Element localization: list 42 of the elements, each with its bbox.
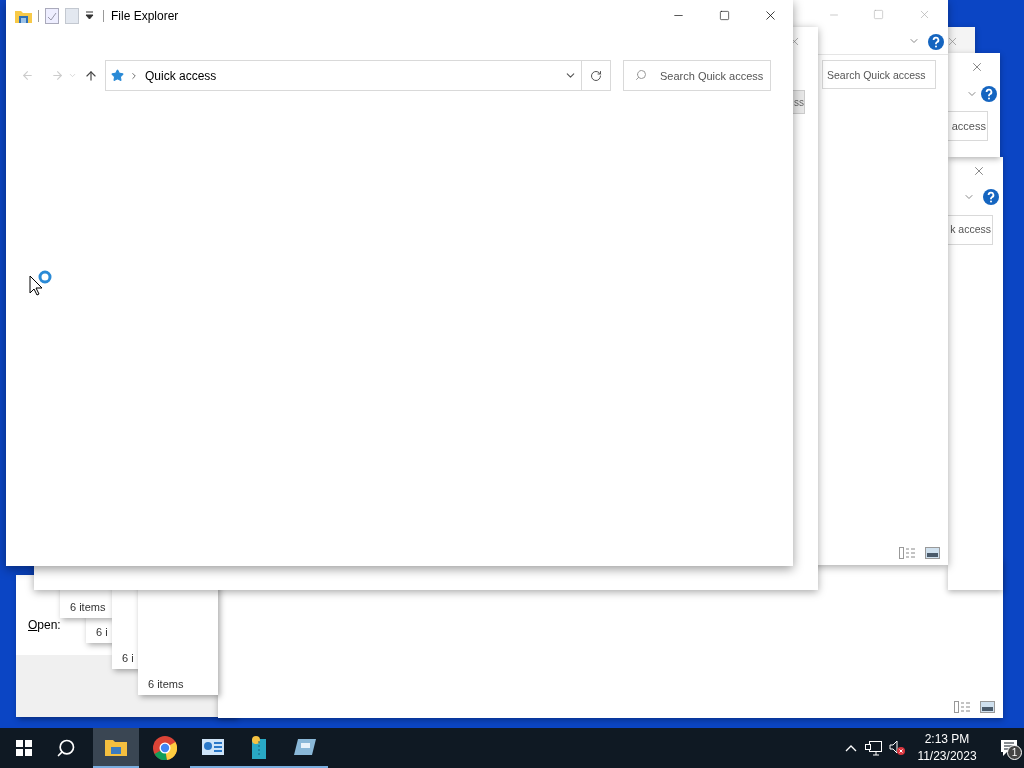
action-center-button[interactable]: 1 — [994, 728, 1024, 768]
help-icon[interactable] — [981, 86, 997, 102]
address-bar[interactable]: Quick access — [105, 60, 611, 91]
windows-start-icon[interactable] — [16, 740, 32, 756]
chrome-icon[interactable] — [153, 736, 177, 760]
folder-icon[interactable] — [105, 738, 127, 756]
search-icon[interactable] — [56, 738, 76, 758]
help-icon[interactable] — [983, 189, 999, 205]
customize-toolbar-icon[interactable] — [85, 11, 94, 20]
refresh-icon[interactable] — [590, 69, 602, 82]
up-icon[interactable] — [84, 68, 98, 83]
maximize-icon[interactable] — [718, 10, 730, 21]
chevron-up-icon[interactable] — [845, 744, 857, 752]
preview-view-icon[interactable] — [925, 547, 940, 559]
control-panel-icon[interactable] — [202, 739, 224, 755]
address-text: Quick access — [145, 67, 217, 85]
details-view-icon[interactable] — [954, 701, 972, 713]
search-field[interactable]: Search Quick access — [822, 60, 936, 89]
preview-view-icon[interactable] — [980, 701, 995, 713]
remote-desktop-icon[interactable] — [294, 739, 316, 755]
clock-date[interactable]: 11/23/2023 — [917, 748, 977, 765]
status-text: 6 i — [122, 650, 134, 666]
archive-icon[interactable] — [250, 735, 268, 759]
notification-count: 1 — [1007, 745, 1022, 760]
search-field[interactable]: ss — [793, 90, 805, 114]
window-title: File Explorer — [111, 7, 179, 25]
chevron-right-icon[interactable] — [129, 70, 139, 81]
folder-icon[interactable] — [15, 8, 32, 23]
clock-time[interactable]: 2:13 PM — [924, 731, 970, 748]
network-icon[interactable] — [865, 740, 882, 756]
speaker-muted-icon[interactable] — [889, 740, 906, 756]
help-icon[interactable] — [928, 34, 944, 50]
status-text: 6 items — [70, 599, 106, 615]
open-label: Open: — [28, 617, 61, 634]
status-text: 6 i — [96, 624, 108, 640]
status-text: 6 items — [148, 676, 184, 692]
busy-cursor-icon — [29, 269, 53, 297]
search-field[interactable]: Search Quick access — [623, 60, 771, 91]
search-icon — [635, 69, 647, 81]
star-icon — [111, 69, 124, 82]
taskbar-file-explorer-button[interactable] — [93, 728, 139, 768]
details-view-icon[interactable] — [899, 547, 917, 559]
